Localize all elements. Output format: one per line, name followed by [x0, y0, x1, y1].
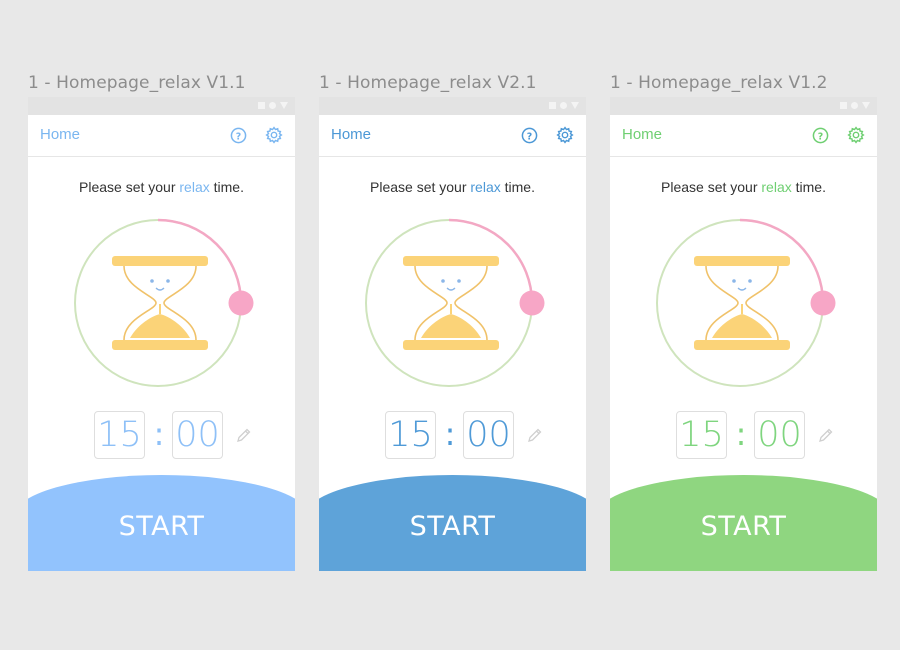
help-icon[interactable]: ? [230, 127, 247, 144]
status-bar [319, 97, 586, 115]
hourglass-bottom-cap [403, 340, 499, 350]
minutes-field[interactable]: 15 [94, 411, 145, 459]
hourglass-icon [112, 256, 208, 350]
time-colon: : [735, 415, 747, 453]
time-colon: : [444, 415, 456, 453]
hourglass-eye-left [732, 279, 736, 283]
pencil-icon[interactable] [236, 427, 252, 443]
dial-knob [228, 290, 254, 316]
gear-icon[interactable] [847, 126, 865, 144]
svg-text:?: ? [818, 131, 823, 142]
phone-screen: Home ? Please set your relax time. 15 : … [28, 115, 295, 571]
app-bar: Home ? [319, 115, 586, 157]
start-label: START [700, 511, 787, 542]
seconds-field[interactable]: 00 [754, 411, 805, 459]
gear-icon[interactable] [556, 126, 574, 144]
phone-screen: Home ? Please set your relax time. 15 : … [610, 115, 877, 571]
status-bar [28, 97, 295, 115]
home-link[interactable]: Home [40, 126, 80, 143]
pencil-icon[interactable] [527, 427, 543, 443]
status-icons [258, 102, 288, 109]
timer-dial[interactable] [72, 218, 258, 394]
frame-title: 1 - Homepage_relax V2.1 [319, 73, 537, 93]
hourglass-icon [694, 256, 790, 350]
hourglass-top-cap [694, 256, 790, 266]
hourglass-bottom-cap [694, 340, 790, 350]
start-button[interactable]: START [28, 475, 295, 571]
hourglass-smile [446, 287, 456, 291]
status-icons [840, 102, 870, 109]
pencil-icon[interactable] [818, 427, 834, 443]
prompt-text: Please set your relax time. [319, 179, 586, 195]
status-bar [610, 97, 877, 115]
phone-screen: Home ? Please set your relax time. 15 : … [319, 115, 586, 571]
hourglass-smile [737, 287, 747, 291]
help-icon[interactable]: ? [812, 127, 829, 144]
dial-knob [519, 290, 545, 316]
relax-highlight: relax [761, 179, 792, 195]
prompt-before: Please set your [661, 179, 762, 195]
start-button[interactable]: START [610, 475, 877, 571]
prompt-after: time. [500, 179, 535, 195]
hourglass-eye-left [441, 279, 445, 283]
svg-text:?: ? [527, 131, 532, 142]
app-bar: Home ? [28, 115, 295, 157]
prompt-after: time. [209, 179, 244, 195]
minutes-field[interactable]: 15 [385, 411, 436, 459]
hourglass-icon [403, 256, 499, 350]
timer-dial[interactable] [654, 218, 840, 394]
time-colon: : [153, 415, 165, 453]
time-input: 15 : 00 [385, 411, 555, 461]
status-icons [549, 102, 579, 109]
hourglass-eye-right [457, 279, 461, 283]
prompt-after: time. [791, 179, 826, 195]
hourglass-top-cap [112, 256, 208, 266]
dial-knob [810, 290, 836, 316]
relax-highlight: relax [179, 179, 210, 195]
hourglass-eye-left [150, 279, 154, 283]
prompt-before: Please set your [79, 179, 180, 195]
start-label: START [409, 511, 496, 542]
prompt-text: Please set your relax time. [28, 179, 295, 195]
home-link[interactable]: Home [331, 126, 371, 143]
frame-v1-1: 1 - Homepage_relax V1.1 Home ? Please se… [28, 70, 295, 571]
start-label: START [118, 511, 205, 542]
home-link[interactable]: Home [622, 126, 662, 143]
minutes-field[interactable]: 15 [676, 411, 727, 459]
seconds-field[interactable]: 00 [463, 411, 514, 459]
hourglass-eye-right [166, 279, 170, 283]
timer-dial[interactable] [363, 218, 549, 394]
start-button[interactable]: START [319, 475, 586, 571]
relax-highlight: relax [470, 179, 501, 195]
svg-text:?: ? [236, 131, 241, 142]
frame-v1-2: 1 - Homepage_relax V1.2 Home ? Please se… [610, 70, 877, 571]
time-input: 15 : 00 [94, 411, 264, 461]
prompt-before: Please set your [370, 179, 471, 195]
hourglass-bottom-cap [112, 340, 208, 350]
help-icon[interactable]: ? [521, 127, 538, 144]
frame-title: 1 - Homepage_relax V1.2 [610, 73, 828, 93]
hourglass-top-cap [403, 256, 499, 266]
prompt-text: Please set your relax time. [610, 179, 877, 195]
time-input: 15 : 00 [676, 411, 846, 461]
frame-v2-1: 1 - Homepage_relax V2.1 Home ? Please se… [319, 70, 586, 571]
hourglass-smile [155, 287, 165, 291]
gear-icon[interactable] [265, 126, 283, 144]
hourglass-eye-right [748, 279, 752, 283]
app-bar: Home ? [610, 115, 877, 157]
frame-title: 1 - Homepage_relax V1.1 [28, 73, 246, 93]
seconds-field[interactable]: 00 [172, 411, 223, 459]
